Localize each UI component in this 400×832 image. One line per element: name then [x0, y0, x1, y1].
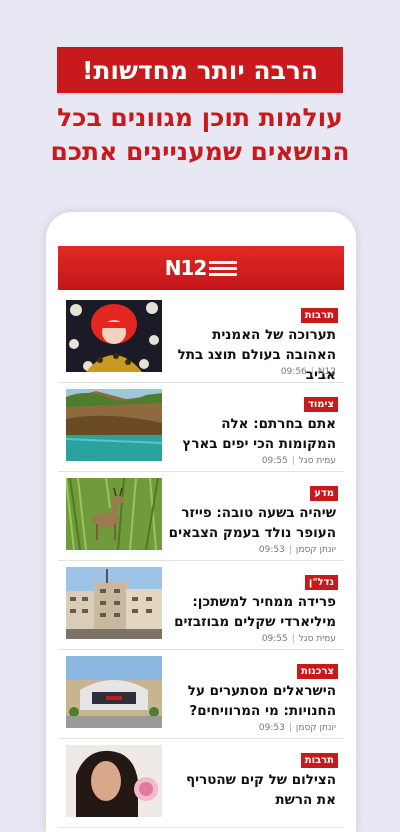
portrait-photo-icon — [66, 745, 162, 817]
article-meta: יונתן קסמן | 09:53 — [259, 723, 336, 733]
logo-bars-icon — [209, 260, 238, 276]
article-author: עמית סגל — [298, 456, 336, 466]
category-badge[interactable]: מדע — [310, 486, 338, 501]
mall-photo-icon — [66, 656, 162, 728]
category-badge[interactable]: צרכנות — [296, 664, 338, 679]
promo-subline: הנושאים שמעניינים אתכם — [50, 137, 350, 166]
article-time: 09:56 — [280, 367, 307, 377]
promo-headline: הרבה יותר מחדשות! — [57, 47, 343, 93]
meta-separator: | — [310, 367, 314, 377]
article-meta: יונתן קסמן | 09:53 — [259, 545, 336, 555]
article-title[interactable]: הצילום של קים שהטריף את הרשת — [166, 770, 336, 810]
article-title[interactable]: הישראלים מסתערים על החנויות: מי המרוויחי… — [166, 681, 336, 721]
article-meta: עמית סגל | 09:55 — [262, 456, 336, 466]
article-card[interactable]: נדל"ן פרידה ממחיר למשתכן: מיליארדי שקלים… — [58, 561, 344, 650]
category-badge[interactable]: נדל"ן — [304, 575, 338, 590]
article-author: יונתן קסמן — [295, 723, 336, 733]
article-card[interactable]: מדע שיהיה בשעה טובה: פייזר העופר נולד בע… — [58, 472, 344, 561]
article-time: 09:55 — [261, 456, 288, 466]
logo-text: N12 — [164, 256, 208, 280]
meta-separator: | — [291, 456, 295, 466]
buildings-photo-icon — [66, 567, 162, 639]
meta-separator: | — [288, 723, 292, 733]
article-card[interactable]: צרכנות הישראלים מסתערים על החנויות: מי ה… — [58, 650, 344, 739]
article-time: 09:55 — [261, 634, 288, 644]
article-author: יונתן קסמן — [295, 545, 336, 555]
phone-frame: N12 תרבות תערוכה של האמנית האהובה בעולם … — [46, 212, 356, 832]
category-badge[interactable]: תרבות — [300, 308, 338, 323]
landscape-photo-icon — [66, 389, 162, 461]
article-author: N12 — [317, 367, 336, 377]
artist-photo-icon — [66, 300, 162, 372]
meta-separator: | — [288, 545, 292, 555]
article-time: 09:53 — [258, 723, 285, 733]
article-meta: N12 | 09:56 — [281, 367, 336, 377]
article-title[interactable]: שיהיה בשעה טובה: פייזר העופר נולד בעמק ה… — [166, 503, 336, 543]
category-badge[interactable]: תרבות — [300, 753, 338, 768]
article-card[interactable]: תרבות הצילום של קים שהטריף את הרשת — [58, 739, 344, 828]
promo-subline: עולמות תוכן מגוונים בכל — [57, 103, 343, 132]
news-feed: תרבות תערוכה של האמנית האהובה בעולם תוצג… — [58, 294, 344, 828]
deer-photo-icon — [66, 478, 162, 550]
article-title[interactable]: פרידה ממחיר למשתכן: מיליארדי שקלים מבוזב… — [166, 592, 336, 632]
article-time: 09:53 — [258, 545, 285, 555]
article-title[interactable]: אתם בחרתם: אלה המקומות הכי יפים בארץ — [166, 414, 336, 454]
app-header: N12 — [58, 246, 344, 290]
n12-logo[interactable]: N12 — [165, 256, 238, 280]
category-badge[interactable]: צימוד — [303, 397, 338, 412]
article-author: עמית סגל — [298, 634, 336, 644]
article-meta: עמית סגל | 09:55 — [262, 634, 336, 644]
meta-separator: | — [291, 634, 295, 644]
article-card[interactable]: צימוד אתם בחרתם: אלה המקומות הכי יפים בא… — [58, 383, 344, 472]
article-card[interactable]: תרבות תערוכה של האמנית האהובה בעולם תוצג… — [58, 294, 344, 383]
